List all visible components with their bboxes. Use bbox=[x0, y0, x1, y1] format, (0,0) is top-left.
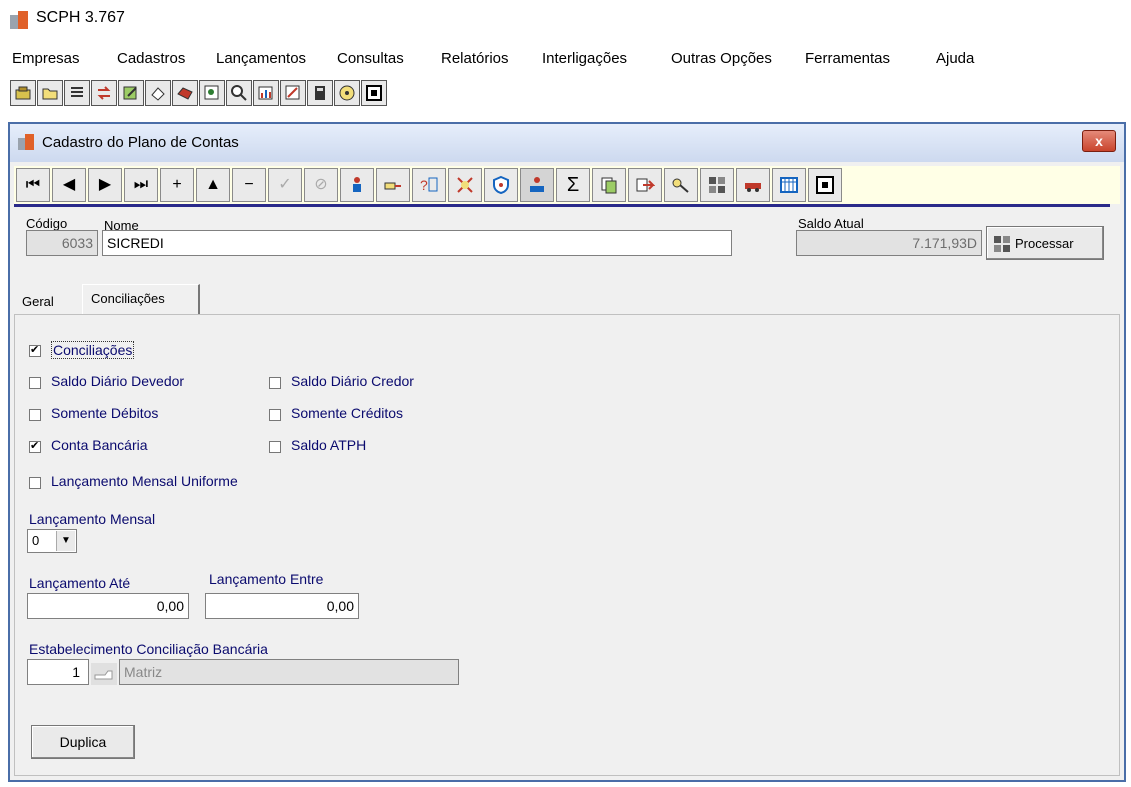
app-logo-icon bbox=[10, 11, 28, 29]
tools-icon[interactable] bbox=[280, 80, 306, 106]
lanc-uniforme-label: Lançamento Mensal Uniforme bbox=[51, 473, 238, 489]
menu-cadastros[interactable]: Cadastros bbox=[117, 50, 185, 67]
open-folder-icon[interactable] bbox=[37, 80, 63, 106]
saldo-atual-field: 7.171,93D bbox=[796, 230, 982, 256]
edit-record-button[interactable]: ▲ bbox=[196, 168, 230, 202]
estab-name-field: Matriz bbox=[119, 659, 459, 685]
chart-icon[interactable] bbox=[253, 80, 279, 106]
menu-relatorios[interactable]: Relatórios bbox=[441, 50, 509, 67]
somente-debitos-label: Somente Débitos bbox=[51, 405, 159, 421]
prior-record-button[interactable]: ◀ bbox=[52, 168, 86, 202]
window-logo-icon bbox=[18, 134, 34, 150]
car-icon[interactable] bbox=[736, 168, 770, 202]
estab-label: Estabelecimento Conciliação Bancária bbox=[29, 641, 268, 657]
duplica-button[interactable]: Duplica bbox=[31, 725, 135, 759]
cancel-record-button[interactable]: ⊘ bbox=[304, 168, 338, 202]
delete-record-button[interactable]: − bbox=[232, 168, 266, 202]
toolbar-divider bbox=[14, 204, 1110, 207]
somente-creditos-label: Somente Créditos bbox=[291, 405, 404, 421]
svg-text:?: ? bbox=[420, 177, 428, 193]
processar-label: Processar bbox=[1015, 236, 1074, 251]
saldo-credor-label: Saldo Diário Credor bbox=[291, 373, 414, 389]
lanc-ate-field[interactable]: 0,00 bbox=[27, 593, 189, 619]
saldo-credor-checkbox[interactable] bbox=[269, 377, 281, 389]
estab-code-field[interactable]: 1 bbox=[27, 659, 89, 685]
close-button[interactable]: x bbox=[1082, 130, 1116, 152]
edit-icon[interactable] bbox=[118, 80, 144, 106]
lanc-mensal-value: 0 bbox=[32, 533, 40, 548]
next-record-button[interactable]: ▶ bbox=[88, 168, 122, 202]
lanc-entre-field[interactable]: 0,00 bbox=[205, 593, 359, 619]
companies-icon[interactable] bbox=[10, 80, 36, 106]
lanc-mensal-select[interactable]: 0 ▼ bbox=[27, 529, 77, 553]
menu-bar: Empresas Cadastros Lançamentos Consultas… bbox=[0, 44, 1131, 72]
menu-ajuda[interactable]: Ajuda bbox=[936, 50, 974, 67]
lanc-entre-label: Lançamento Entre bbox=[209, 571, 324, 587]
saldo-atual-label: Saldo Atual bbox=[798, 216, 864, 231]
shield-icon[interactable] bbox=[484, 168, 518, 202]
tree-icon[interactable] bbox=[520, 168, 554, 202]
copy-icon[interactable] bbox=[592, 168, 626, 202]
tab-conciliacoes[interactable]: Conciliações bbox=[82, 284, 200, 316]
plano-contas-window: Cadastro do Plano de Contas x ⏮ ◀ ▶ ⏭ + … bbox=[8, 122, 1126, 782]
last-record-button[interactable]: ⏭ bbox=[124, 168, 158, 202]
report-icon[interactable] bbox=[199, 80, 225, 106]
menu-interligacoes[interactable]: Interligações bbox=[542, 50, 627, 67]
app-title-bar: SCPH 3.767 bbox=[0, 0, 1131, 36]
menu-empresas[interactable]: Empresas bbox=[12, 50, 80, 67]
transfer-icon[interactable] bbox=[91, 80, 117, 106]
disc-icon[interactable] bbox=[334, 80, 360, 106]
process-icon[interactable] bbox=[700, 168, 734, 202]
lanc-uniforme-checkbox[interactable] bbox=[29, 477, 41, 489]
tools-x-icon[interactable] bbox=[448, 168, 482, 202]
key-icon[interactable] bbox=[664, 168, 698, 202]
saldo-atph-label: Saldo ATPH bbox=[291, 437, 367, 453]
app-title: SCPH 3.767 bbox=[36, 9, 125, 26]
tab-geral[interactable]: Geral bbox=[22, 294, 54, 309]
window-title-bar: Cadastro do Plano de Contas x bbox=[10, 124, 1124, 162]
insert-record-button[interactable]: + bbox=[160, 168, 194, 202]
menu-consultas[interactable]: Consultas bbox=[337, 50, 404, 67]
sum-icon[interactable]: Σ bbox=[556, 168, 590, 202]
conta-bancaria-label: Conta Bancária bbox=[51, 437, 148, 453]
calendar-icon[interactable] bbox=[772, 168, 806, 202]
process-icon bbox=[994, 236, 1010, 252]
person-icon[interactable] bbox=[340, 168, 374, 202]
saldo-devedor-checkbox[interactable] bbox=[29, 377, 41, 389]
record-navigator: ⏮ ◀ ▶ ⏭ + ▲ − ✓ ⊘ ? Σ bbox=[14, 166, 1120, 204]
conta-bancaria-checkbox[interactable] bbox=[29, 439, 41, 453]
chevron-down-icon[interactable]: ▼ bbox=[56, 531, 75, 551]
menu-outras-opcoes[interactable]: Outras Opções bbox=[671, 50, 772, 67]
zoom-icon[interactable] bbox=[226, 80, 252, 106]
saldo-atph-checkbox[interactable] bbox=[269, 441, 281, 453]
list-icon[interactable] bbox=[64, 80, 90, 106]
lookup-hand-icon[interactable] bbox=[91, 663, 117, 685]
stop-icon[interactable] bbox=[361, 80, 387, 106]
menu-lancamentos[interactable]: Lançamentos bbox=[216, 50, 306, 67]
query-icon[interactable]: ? bbox=[412, 168, 446, 202]
menu-ferramentas[interactable]: Ferramentas bbox=[805, 50, 890, 67]
calculator-icon[interactable] bbox=[307, 80, 333, 106]
somente-debitos-checkbox[interactable] bbox=[29, 409, 41, 421]
codigo-field[interactable]: 6033 bbox=[26, 230, 98, 256]
post-record-button[interactable]: ✓ bbox=[268, 168, 302, 202]
codigo-label: Código bbox=[26, 216, 68, 231]
eraser-icon[interactable] bbox=[145, 80, 171, 106]
first-record-button[interactable]: ⏮ bbox=[16, 168, 50, 202]
conciliacoes-tab-page: Conciliações Saldo Diário Devedor Saldo … bbox=[14, 314, 1120, 776]
window-title: Cadastro do Plano de Contas bbox=[42, 134, 239, 151]
export-icon[interactable] bbox=[628, 168, 662, 202]
conciliacoes-label: Conciliações bbox=[51, 341, 135, 359]
lanc-mensal-label: Lançamento Mensal bbox=[29, 511, 156, 527]
conciliacoes-checkbox[interactable] bbox=[29, 343, 41, 357]
somente-creditos-checkbox[interactable] bbox=[269, 409, 281, 421]
saldo-devedor-label: Saldo Diário Devedor bbox=[51, 373, 185, 389]
tab-conciliacoes-label: Conciliações bbox=[91, 291, 165, 306]
stop-square-icon[interactable] bbox=[808, 168, 842, 202]
nome-field[interactable]: SICREDI bbox=[102, 230, 732, 256]
key-link-icon[interactable] bbox=[376, 168, 410, 202]
processar-button[interactable]: Processar bbox=[986, 226, 1104, 260]
lanc-ate-label: Lançamento Até bbox=[29, 575, 131, 591]
print-icon[interactable] bbox=[172, 80, 198, 106]
